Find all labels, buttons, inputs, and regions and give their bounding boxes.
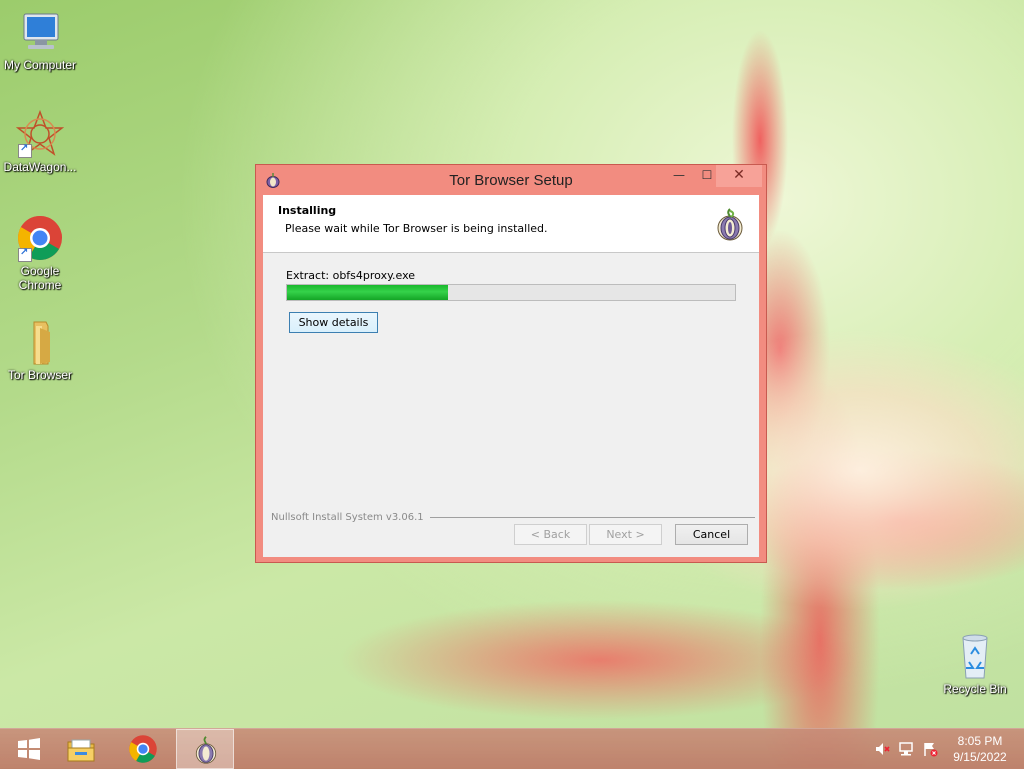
status-text: Extract: obfs4proxy.exe [286,269,416,282]
shortcut-arrow-icon [18,247,32,262]
header-subtitle: Please wait while Tor Browser is being i… [285,222,548,235]
back-button[interactable]: < Back [514,524,587,545]
action-center-flag-icon[interactable] [922,741,938,757]
nsis-branding: Nullsoft Install System v3.06.1 [271,512,430,523]
file-explorer-icon [66,734,96,764]
speaker-muted-icon[interactable] [874,741,890,757]
dialog-client-area: Installing Please wait while Tor Browser… [263,195,759,557]
chrome-icon [128,734,158,764]
network-icon[interactable] [898,741,914,757]
desktop-icon-label: My Computer [3,58,77,72]
next-button[interactable]: Next > [589,524,662,545]
branding-separator: Nullsoft Install System v3.06.1 [271,510,755,524]
computer-icon [16,8,64,56]
taskbar-file-explorer[interactable] [52,729,110,769]
recycle-bin-icon [951,632,999,680]
datawagon-icon [15,109,65,158]
clock-date: 9/15/2022 [953,750,1007,764]
desktop-icon-my-computer[interactable]: My Computer [0,8,80,72]
desktop-icon-datawagon[interactable]: DataWagon... [0,109,80,174]
desktop-icon-google-chrome[interactable]: Google Chrome [0,214,80,292]
desktop-icon-label: DataWagon... [3,160,77,174]
desktop-icon-tor-browser[interactable]: Tor Browser [0,318,80,382]
taskbar-chrome[interactable] [114,729,172,769]
taskbar-clock[interactable]: 8:05 PM 9/15/2022 [946,733,1014,765]
windows-icon [14,734,44,764]
taskbar: 8:05 PM 9/15/2022 [0,728,1024,769]
show-details-button[interactable]: Show details [289,312,378,333]
clock-time: 8:05 PM [957,734,1003,748]
tor-onion-icon [716,207,744,241]
header-title: Installing [278,204,337,217]
progress-fill [287,285,449,300]
folder-icon [16,318,64,366]
taskbar-tor-browser-setup[interactable] [176,729,234,769]
shortcut-arrow-icon [18,143,32,158]
install-progress-bar [286,284,736,301]
installer-header: Installing Please wait while Tor Browser… [263,195,759,253]
desktop-icon-label: Google Chrome [18,264,62,292]
title-bar[interactable]: Tor Browser Setup — ☐ ✕ [256,165,766,195]
chrome-icon [16,214,64,262]
desktop-icon-recycle-bin[interactable]: Recycle Bin [935,632,1015,696]
minimize-button[interactable]: — [664,165,694,187]
cancel-button[interactable]: Cancel [675,524,748,545]
desktop-icon-label: Tor Browser [7,368,72,382]
tor-setup-dialog: Tor Browser Setup — ☐ ✕ Installing Pleas… [255,164,767,563]
tor-onion-icon [191,735,221,765]
desktop-icon-label: Recycle Bin [943,682,1007,696]
start-button[interactable] [0,729,58,769]
close-button[interactable]: ✕ [716,165,762,187]
